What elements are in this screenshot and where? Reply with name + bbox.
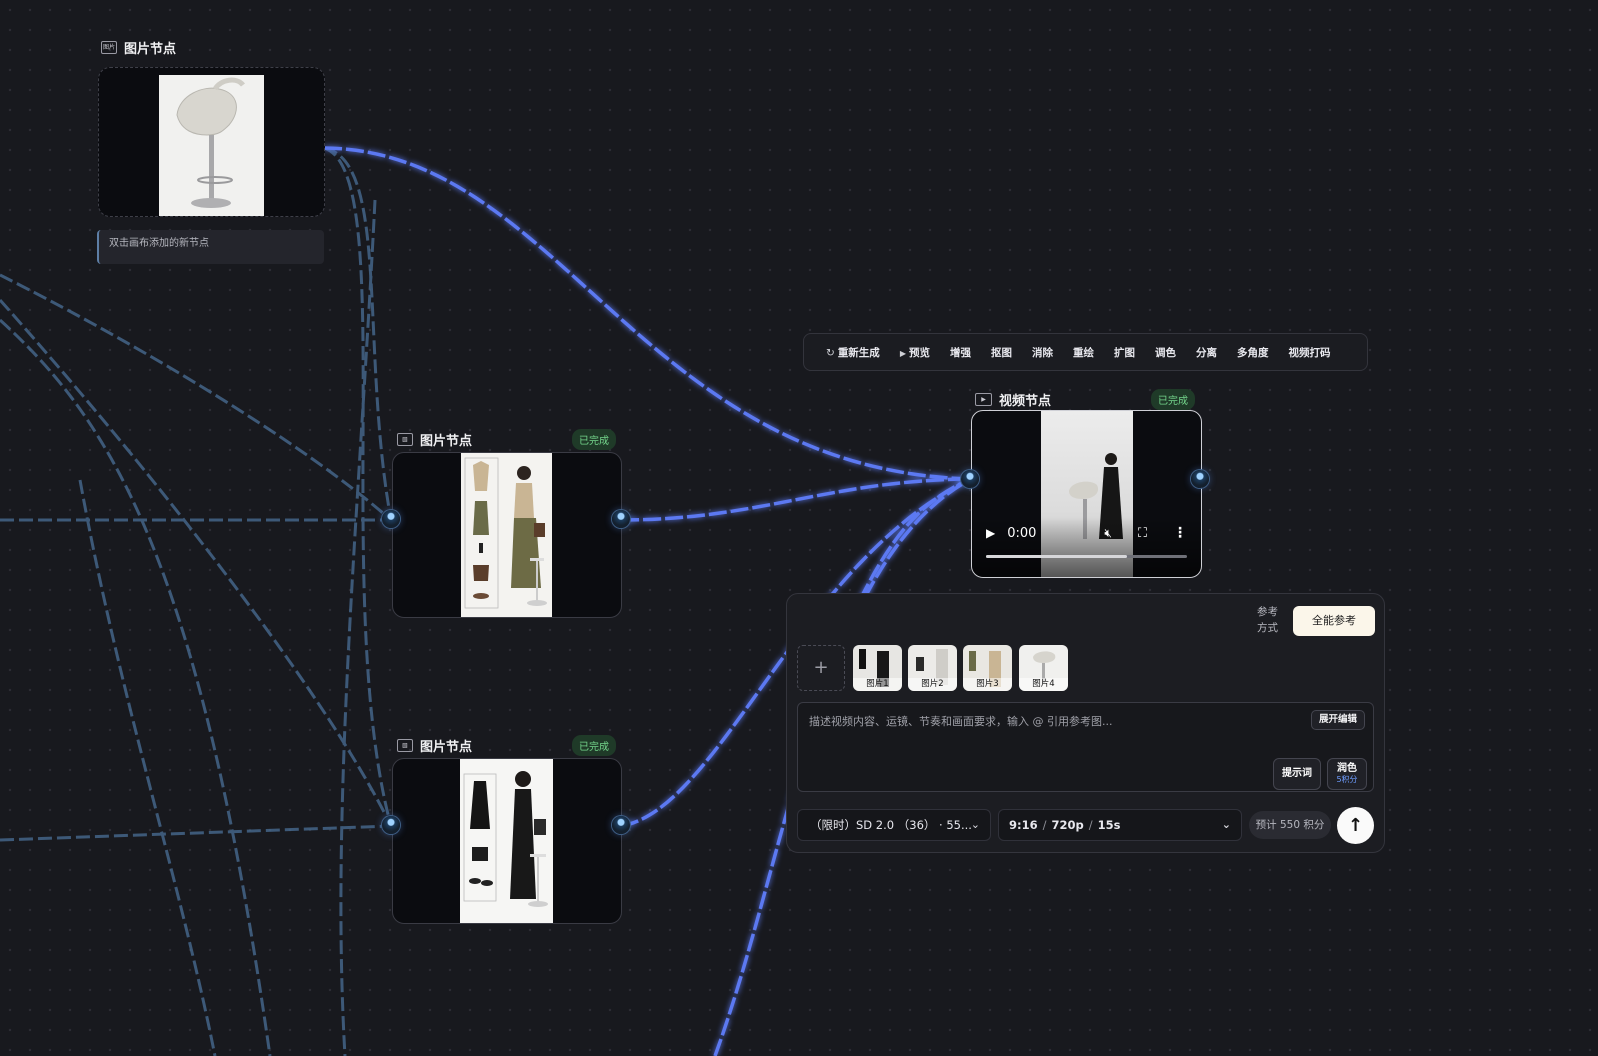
input-port[interactable] (382, 510, 400, 528)
fullscreen-icon[interactable]: ⛶ (1138, 526, 1147, 541)
polish-cost: 5积分 (1336, 775, 1358, 784)
image-node-icon: ▧ (397, 433, 413, 446)
bar-stool-illustration (176, 77, 245, 208)
outpaint-button[interactable]: 扩图 (1104, 345, 1145, 360)
video-progress-bar[interactable] (986, 555, 1187, 558)
send-button[interactable]: ↑ (1337, 807, 1374, 844)
reference-thumb-1[interactable]: 图片1 (853, 645, 902, 691)
video-node-icon: ▶ (975, 393, 992, 406)
separator: / (1088, 818, 1093, 832)
node-title: 图片节点 (420, 434, 473, 449)
separate-button[interactable]: 分离 (1186, 345, 1227, 360)
play-icon[interactable]: ▶ (986, 526, 995, 540)
node-header-image-2[interactable]: ▧ 图片节点 (397, 430, 472, 449)
expand-edit-button[interactable]: 展开编辑 (1310, 710, 1365, 730)
status-badge: 已完成 (1151, 389, 1195, 410)
status-badge: 已完成 (572, 735, 616, 756)
button-label: 预览 (908, 346, 930, 359)
edge-top-to-mid (323, 146, 393, 521)
edge-left-5 (0, 824, 392, 842)
resolution-value: 720p (1051, 818, 1084, 832)
button-label: 重新生成 (837, 346, 880, 359)
video-progress-fill (986, 555, 1127, 558)
video-mosaic-button[interactable]: 视频打码 (1278, 345, 1340, 360)
prompt-textarea[interactable]: 描述视频内容、运镜、节奏和画面要求，输入 @ 引用参考图... 展开编辑 提示词… (797, 702, 1374, 792)
node-header-video[interactable]: ▶ 视频节点 (975, 390, 1051, 409)
video-time: 0:00 (1007, 525, 1037, 541)
add-reference-button[interactable]: + (797, 645, 845, 691)
prompt-placeholder: 描述视频内容、运镜、节奏和画面要求，输入 @ 引用参考图... (809, 715, 1113, 728)
model-value: （限时）SD 2.0 （36） · 55... (810, 818, 972, 832)
outfit-illustration (464, 457, 547, 609)
edge-extra-to-video-2 (858, 477, 972, 601)
reference-thumb-3[interactable]: 图片3 (963, 645, 1012, 691)
aspect-ratio-value: 9:16 (1009, 818, 1038, 832)
color-grade-button[interactable]: 调色 (1145, 345, 1186, 360)
model-select[interactable]: （限时）SD 2.0 （36） · 55... ⌄ (797, 809, 991, 841)
node-title: 图片节点 (124, 42, 177, 57)
input-port[interactable] (961, 470, 979, 488)
reference-label: 图片2 (908, 678, 957, 691)
edge-left-1 (0, 273, 392, 522)
idle-edges (0, 146, 393, 1056)
reference-label: 图片4 (1019, 678, 1068, 691)
erase-button[interactable]: 消除 (1022, 345, 1063, 360)
image-node-icon: 图片 (101, 41, 117, 54)
polish-button[interactable]: 润色 5积分 (1327, 758, 1367, 790)
status-badge: 已完成 (572, 429, 616, 450)
estimated-cost-badge: 预计 550 积分 (1249, 811, 1331, 839)
more-options-icon[interactable]: ⋮ (1173, 525, 1187, 541)
video-player[interactable]: ▶ 0:00 🔇︎ ⛶ ⋮ (971, 410, 1202, 578)
image-node-icon: ▧ (397, 739, 413, 752)
outfit-image-2 (460, 759, 553, 923)
reference-thumb-4[interactable]: 图片4 (1019, 645, 1068, 691)
image-node-card-1[interactable] (98, 67, 325, 217)
image-node-card-2[interactable] (392, 452, 622, 618)
input-port[interactable] (382, 816, 400, 834)
output-port[interactable] (612, 816, 630, 834)
prompt-hint-button[interactable]: 提示词 (1273, 758, 1321, 790)
enhance-button[interactable]: 增强 (940, 345, 981, 360)
chevron-down-icon: ⌄ (970, 818, 980, 831)
image-node-card-3[interactable] (392, 758, 622, 924)
node-header-image-3[interactable]: ▧ 图片节点 (397, 736, 472, 755)
outfit-illustration (463, 771, 548, 907)
refresh-icon: ↻ (826, 346, 835, 359)
polish-label: 润色 (1337, 763, 1357, 774)
reference-mode-button[interactable]: 全能参考 (1293, 606, 1375, 636)
reference-mode-label: 参考方式 (1257, 606, 1278, 634)
reference-thumb-2[interactable]: 图片2 (908, 645, 957, 691)
edge-vertical (339, 199, 377, 1056)
repaint-button[interactable]: 重绘 (1063, 345, 1104, 360)
play-icon: ▶ (899, 348, 906, 358)
separator: / (1042, 818, 1047, 832)
reference-label: 图片1 (853, 678, 902, 691)
mute-icon[interactable]: 🔇︎ (1104, 526, 1112, 541)
node-action-toolbar: ↻ 重新生成 ▶ 预览 增强 抠图 消除 重绘 扩图 调色 分离 多角度 视频打码 (803, 333, 1368, 371)
output-port[interactable] (612, 510, 630, 528)
chevron-down-icon: ⌄ (1221, 818, 1231, 831)
video-controls: ▶ 0:00 🔇︎ ⛶ ⋮ (986, 523, 1187, 543)
video-generation-panel: 参考方式 全能参考 + 图片1 图片2 图片3 图片4 描述视频内容、运镜、节奏… (786, 593, 1385, 853)
canvas-hint-text: 双击画布添加的新节点 (97, 230, 324, 264)
edge-left-2 (0, 318, 272, 1056)
preview-button[interactable]: ▶ 预览 (890, 345, 940, 360)
edge-left-6 (78, 479, 217, 1056)
regenerate-button[interactable]: ↻ 重新生成 (816, 345, 890, 360)
node-title: 图片节点 (420, 740, 473, 755)
multi-angle-button[interactable]: 多角度 (1227, 345, 1279, 360)
outfit-image-1 (461, 453, 552, 617)
video-spec-select[interactable]: 9:16 / 720p / 15s ⌄ (998, 809, 1242, 841)
stool-image (159, 75, 264, 216)
node-title: 视频节点 (999, 394, 1052, 409)
plus-icon: + (813, 657, 829, 678)
cutout-button[interactable]: 抠图 (981, 345, 1022, 360)
node-header-image-1[interactable]: 图片 图片节点 (101, 38, 176, 57)
reference-label: 图片3 (963, 678, 1012, 691)
output-port[interactable] (1191, 470, 1209, 488)
arrow-up-icon: ↑ (1347, 815, 1364, 836)
duration-value: 15s (1097, 818, 1121, 832)
